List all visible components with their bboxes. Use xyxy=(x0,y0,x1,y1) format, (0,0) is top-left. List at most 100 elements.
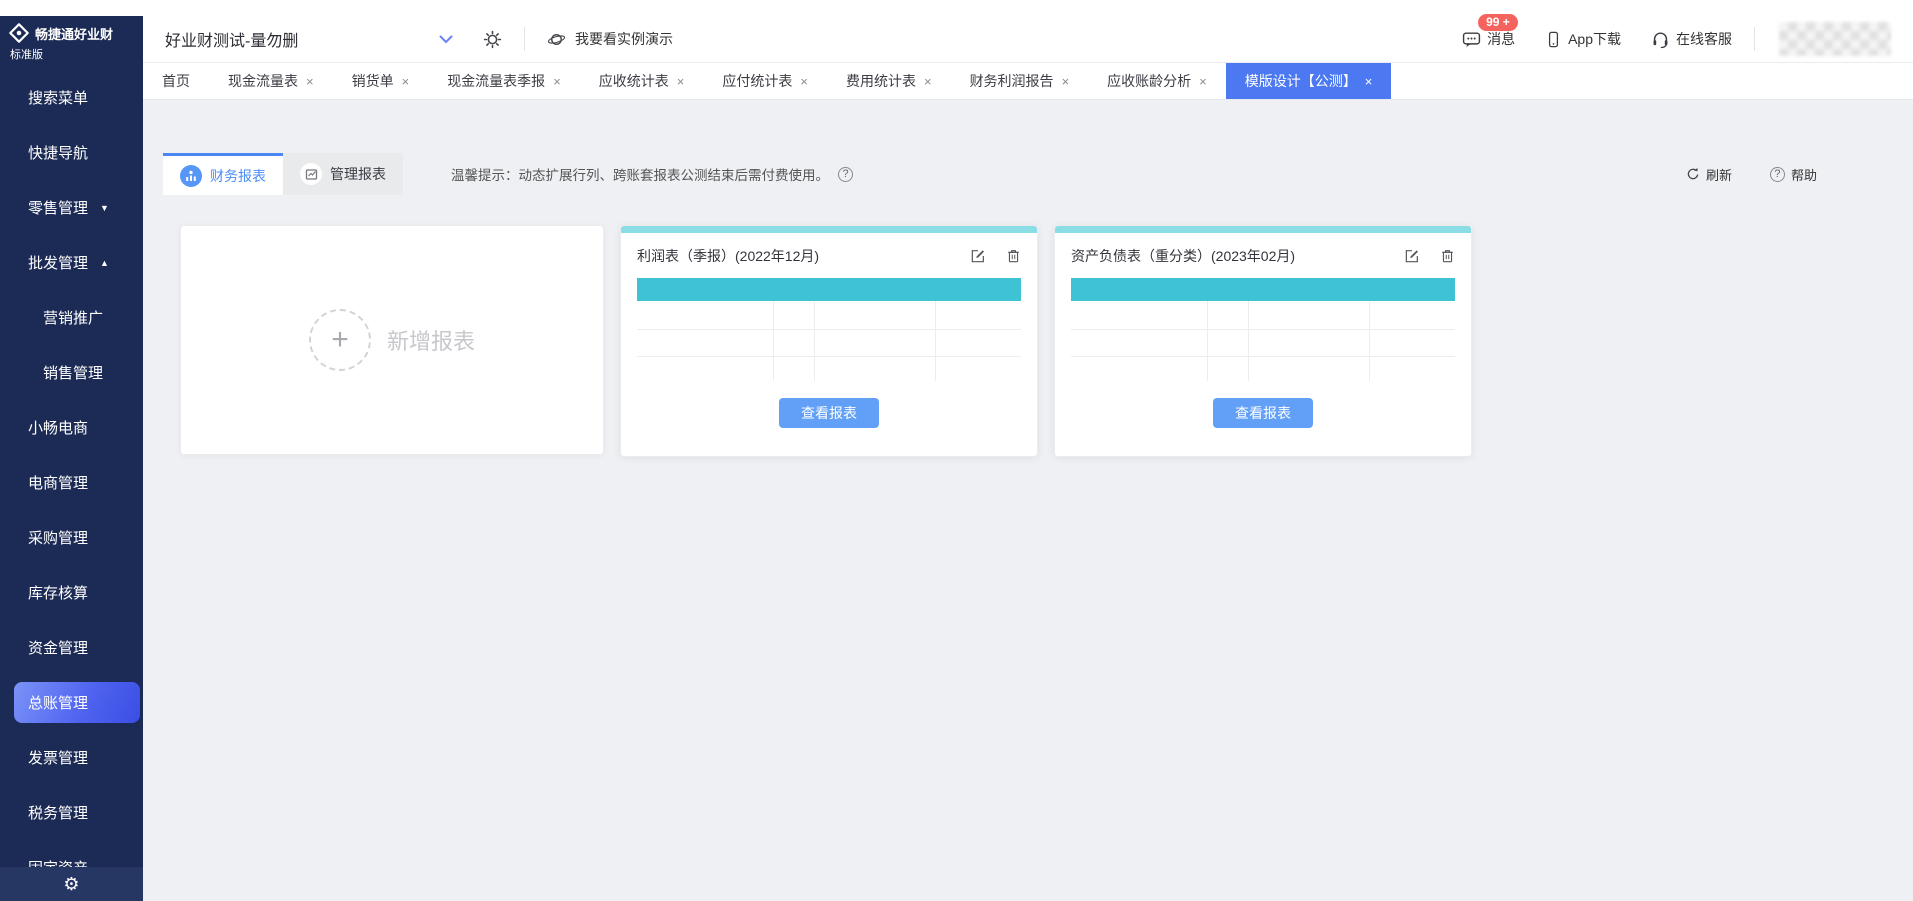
page-tab[interactable]: 现金流量表季报 × xyxy=(428,63,580,99)
messages-badge: 99 + xyxy=(1478,14,1518,31)
brand-logo-icon xyxy=(8,22,30,44)
expand-arrow-icon: ▼ xyxy=(100,203,109,213)
plus-icon: + xyxy=(309,309,371,371)
tab-close-icon[interactable]: × xyxy=(1062,74,1070,89)
sidebar-item[interactable]: 销售管理 xyxy=(0,345,143,400)
sidebar-item[interactable]: 搜索菜单 xyxy=(0,70,143,125)
page-tab-label: 首页 xyxy=(162,71,190,91)
add-report-label: 新增报表 xyxy=(387,324,475,356)
main-content: 财务报表 管理报表 温馨提示：动态扩展行列、跨账套报表公测结束后需付费使用。 ?… xyxy=(143,100,1913,901)
tip-text-row: 温馨提示：动态扩展行列、跨账套报表公测结束后需付费使用。 ? xyxy=(451,164,853,184)
sidebar-item[interactable]: 营销推广 xyxy=(0,290,143,345)
view-report-button[interactable]: 查看报表 xyxy=(1213,398,1313,428)
tab-close-icon[interactable]: × xyxy=(800,74,808,89)
expand-arrow-icon: ▲ xyxy=(100,258,109,268)
online-service-button[interactable]: 在线客服 xyxy=(1651,29,1732,49)
page-tab[interactable]: 财务利润报告 × xyxy=(951,63,1089,99)
view-report-button[interactable]: 查看报表 xyxy=(779,398,879,428)
card-top-strip xyxy=(1055,226,1471,233)
refresh-button[interactable]: 刷新 xyxy=(1686,165,1732,184)
user-account-blurred[interactable] xyxy=(1779,22,1891,56)
demo-link-label: 我要看实例演示 xyxy=(575,29,673,49)
sidebar-item-label: 快捷导航 xyxy=(28,142,88,163)
tab-financial-label: 财务报表 xyxy=(210,166,266,186)
sidebar-menu: 搜索菜单 快捷导航 零售管理 ▼ 批发管理 ▲ 营销推广 xyxy=(0,70,143,871)
sidebar-item[interactable]: 采购管理 xyxy=(0,510,143,565)
tab-close-icon[interactable]: × xyxy=(553,74,561,89)
tab-financial-reports[interactable]: 财务报表 xyxy=(163,153,283,195)
topbar-divider xyxy=(524,27,525,51)
page-tab[interactable]: 费用统计表 × xyxy=(827,63,951,99)
sidebar-item-label: 搜索菜单 xyxy=(28,87,88,108)
tab-close-icon[interactable]: × xyxy=(402,74,410,89)
sidebar-item[interactable]: 电商管理 xyxy=(0,455,143,510)
tab-close-icon[interactable]: × xyxy=(1199,74,1207,89)
messages-button[interactable]: 99 + 消息 xyxy=(1462,29,1515,49)
sidebar-item-label: 发票管理 xyxy=(28,747,88,768)
report-cards-row: + 新增报表 利润表（季报）(2022年12月) xyxy=(180,225,1472,457)
report-tabs-row: 财务报表 管理报表 温馨提示：动态扩展行列、跨账套报表公测结束后需付费使用。 ?… xyxy=(143,153,1913,195)
logo-block: 畅捷通好业财 标准版 xyxy=(0,16,143,64)
trash-icon[interactable] xyxy=(1439,248,1455,264)
open-tabs-bar: 首页 × 现金流量表 × 销货单 × 现金流量表季报 × 应收统计表 × 应付统… xyxy=(143,62,1913,100)
sidebar-item-label: 小畅电商 xyxy=(28,417,88,438)
sidebar-item-label: 采购管理 xyxy=(28,527,88,548)
headset-icon xyxy=(1651,30,1670,49)
refresh-label: 刷新 xyxy=(1706,165,1732,184)
sidebar-item[interactable]: 小畅电商 xyxy=(0,400,143,455)
tab-close-icon[interactable]: × xyxy=(924,74,932,89)
demo-link[interactable]: 我要看实例演示 xyxy=(547,29,673,49)
page-tab-label: 应收统计表 xyxy=(599,71,669,91)
sidebar-item[interactable]: 零售管理 ▼ xyxy=(0,180,143,235)
page-tab[interactable]: 应收账龄分析 × xyxy=(1088,63,1226,99)
sidebar-item[interactable]: 发票管理 xyxy=(0,730,143,785)
help-label: 帮助 xyxy=(1791,165,1817,184)
tip-help-icon[interactable]: ? xyxy=(838,167,853,182)
sidebar-item[interactable]: 总账管理 xyxy=(0,675,143,730)
sidebar-item-label: 营销推广 xyxy=(43,307,103,328)
sidebar-item-label: 电商管理 xyxy=(28,472,88,493)
page-tab-label: 模版设计【公测】 xyxy=(1245,71,1357,91)
tab-management-label: 管理报表 xyxy=(330,164,386,184)
page-tab[interactable]: 现金流量表 × xyxy=(209,63,333,99)
page-tab-label: 应付统计表 xyxy=(722,71,792,91)
tab-close-icon[interactable]: × xyxy=(1365,74,1373,89)
gear-icon: ⚙ xyxy=(63,875,79,893)
add-report-card[interactable]: + 新增报表 xyxy=(180,225,604,455)
sidebar-item-label: 销售管理 xyxy=(43,362,103,383)
edit-icon[interactable] xyxy=(970,248,986,264)
refresh-icon xyxy=(1686,167,1700,181)
page-tab[interactable]: 应收统计表 × xyxy=(580,63,704,99)
page-tab[interactable]: 模版设计【公测】 × xyxy=(1226,63,1392,99)
app-download-button[interactable]: App下载 xyxy=(1545,29,1621,49)
sidebar-settings-button[interactable]: ⚙ xyxy=(0,867,143,901)
tab-management-reports[interactable]: 管理报表 xyxy=(283,153,403,195)
sidebar-item[interactable]: 批发管理 ▲ xyxy=(0,235,143,290)
company-name: 好业财测试-量勿删 xyxy=(165,27,298,51)
tab-close-icon[interactable]: × xyxy=(677,74,685,89)
trash-icon[interactable] xyxy=(1005,248,1021,264)
phone-icon xyxy=(1545,30,1562,49)
help-icon: ? xyxy=(1770,167,1785,182)
edit-icon[interactable] xyxy=(1404,248,1420,264)
tip-text: 温馨提示：动态扩展行列、跨账套报表公测结束后需付费使用。 xyxy=(451,164,829,184)
sidebar-item[interactable]: 资金管理 xyxy=(0,620,143,675)
sidebar-item[interactable]: 快捷导航 xyxy=(0,125,143,180)
sidebar-item-label: 资金管理 xyxy=(28,637,88,658)
management-report-icon xyxy=(300,163,322,185)
page-tab[interactable]: 应付统计表 × xyxy=(703,63,827,99)
company-selector[interactable]: 好业财测试-量勿删 xyxy=(165,27,453,51)
page-tab[interactable]: 首页 × xyxy=(143,63,209,99)
sidebar-item[interactable]: 库存核算 xyxy=(0,565,143,620)
topbar: 好业财测试-量勿删 我要看实例演示 99 + 消息 xyxy=(143,16,1913,62)
settings-gear-button[interactable] xyxy=(483,30,502,49)
report-card-title: 利润表（季报）(2022年12月) xyxy=(637,246,819,266)
edition-label: 标准版 xyxy=(10,46,137,62)
table-header-bar xyxy=(1071,278,1455,301)
page-tab[interactable]: 销货单 × xyxy=(333,63,429,99)
tab-close-icon[interactable]: × xyxy=(306,74,314,89)
sidebar-item-label: 库存核算 xyxy=(28,582,88,603)
page-tab-label: 现金流量表 xyxy=(228,71,298,91)
help-button[interactable]: ? 帮助 xyxy=(1770,165,1817,184)
sidebar-item[interactable]: 税务管理 xyxy=(0,785,143,840)
